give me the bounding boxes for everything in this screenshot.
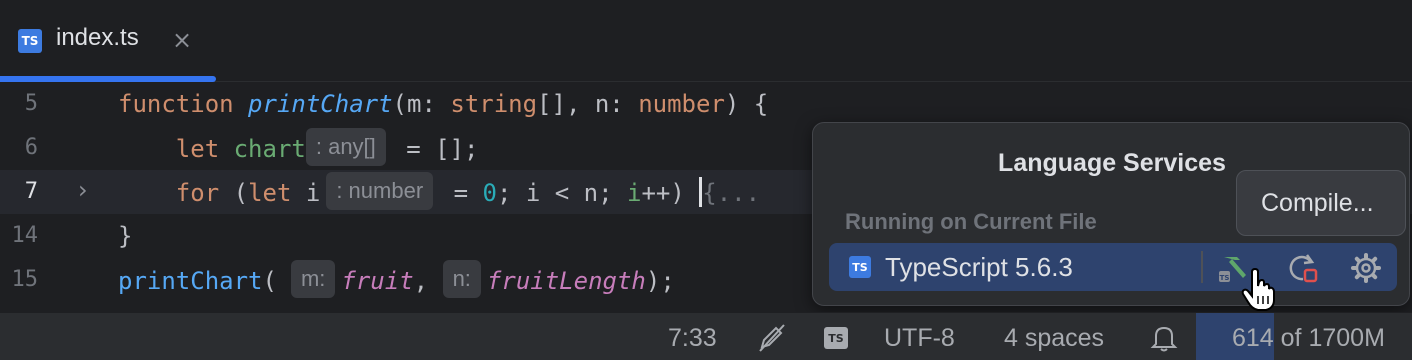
code-text: printChart(m: fruit, n: fruitLength); [118,260,675,298]
divider [1201,251,1203,283]
line-number: 7 [24,179,38,204]
restart-icon [1289,254,1318,283]
folded-code-block[interactable]: {... [702,179,760,207]
line-number: 6 [24,135,38,160]
code-text: let chart: any[] = []; [118,128,478,166]
indent-setting[interactable]: 4 spaces [1004,324,1104,353]
inlay-param-hint: m: [290,260,336,298]
compile-tooltip: Compile... [1236,170,1406,236]
typescript-service-icon[interactable]: TS [824,327,848,349]
inlay-type-hint: : any[] [305,128,386,166]
file-encoding[interactable]: UTF-8 [884,324,955,353]
code-text: for (let i: number = 0; i < n; i++) {... [118,172,760,210]
memory-text: 614 of 1700M [1232,324,1385,352]
inlay-type-hint: : number [326,172,434,210]
typescript-file-icon: TS [18,29,42,53]
restart-service-button[interactable] [1285,251,1319,285]
status-bar: 7:33 TS UTF-8 4 spaces 614 of 1700M [0,312,1412,360]
service-name: TypeScript 5.6.3 [885,252,1073,282]
editor-tab-bar: TS index.ts × [0,0,1412,82]
typescript-icon: TS [849,256,871,278]
line-number: 15 [11,267,39,292]
tooltip-text: Compile... [1261,189,1374,217]
code-text: } [118,222,133,250]
tab-index-ts[interactable]: TS index.ts × [0,0,216,82]
inlay-param-hint: n: [442,260,481,298]
fold-expand-icon[interactable]: › [78,176,88,204]
gear-icon [1351,253,1381,283]
code-line: 5 function printChart(m: string[], n: nu… [0,82,1412,126]
bell-icon[interactable] [1150,323,1178,353]
section-header: Running on Current File [845,209,1097,234]
memory-indicator[interactable]: 614 of 1700M [1196,313,1412,360]
line-number: 5 [24,91,38,116]
caret-position[interactable]: 7:33 [668,324,717,353]
hand-cursor-icon [1241,268,1275,311]
service-settings-button[interactable] [1349,251,1383,285]
no-edit-icon[interactable] [756,323,788,353]
code-text: function printChart(m: string[], n: numb… [118,90,769,118]
service-row-typescript[interactable]: TS TypeScript 5.6.3 TS [829,243,1397,291]
svg-text:TS: TS [1220,274,1230,282]
close-icon[interactable]: × [172,26,192,54]
line-number: 14 [11,223,39,248]
tab-title: index.ts [56,24,139,51]
